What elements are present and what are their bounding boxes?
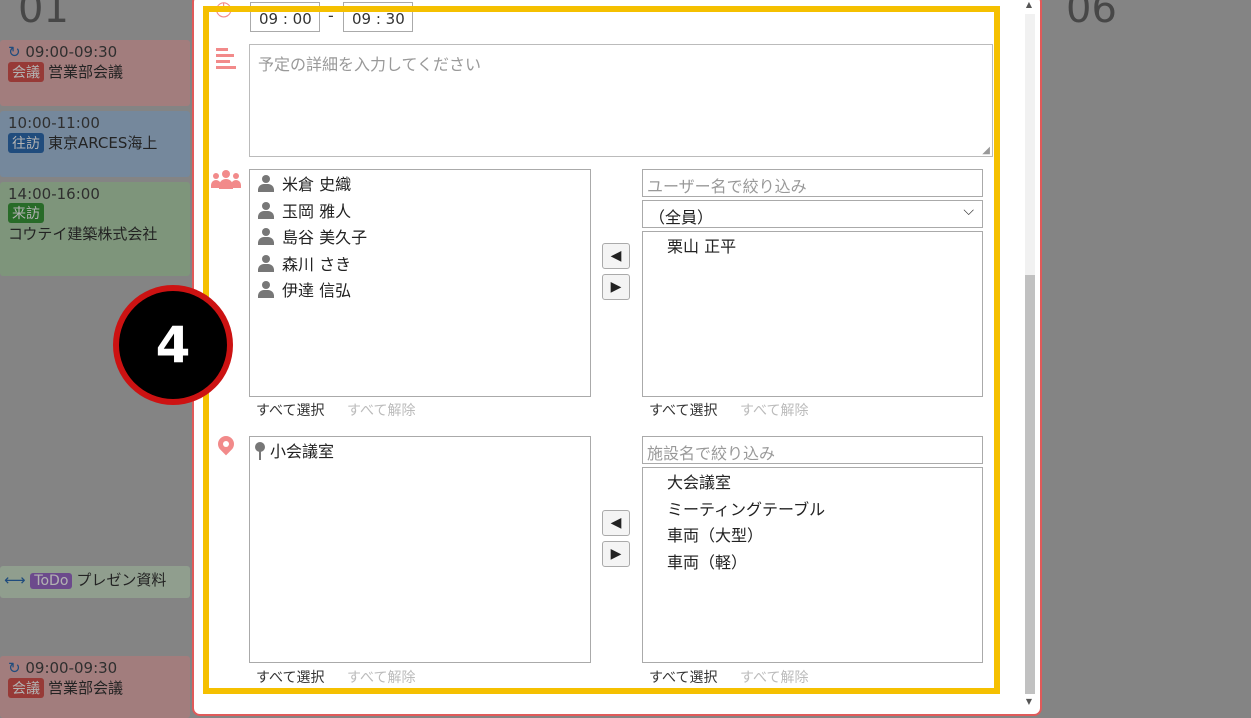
participants-select-all-link[interactable]: すべて選択 [256, 400, 324, 420]
list-item[interactable]: 大会議室 [643, 470, 982, 497]
facility-name: 小会議室 [270, 442, 335, 461]
participant-name: 島谷 美久子 [282, 228, 368, 247]
participant-name: 米倉 史織 [282, 175, 352, 194]
detail-placeholder: 予定の詳細を入力してください [258, 55, 482, 74]
user-icon [258, 281, 274, 299]
add-participant-button[interactable]: ◀ [602, 243, 630, 269]
users-group-icon [211, 170, 241, 192]
pushpin-icon [254, 442, 266, 460]
users-select-all-link[interactable]: すべて選択 [649, 400, 717, 420]
participant-name: 伊達 信弘 [282, 281, 352, 300]
text-lines-icon [216, 48, 236, 69]
participant-name: 森川 さき [282, 254, 352, 274]
available-users-list[interactable]: 栗山 正平 [642, 231, 983, 397]
start-time-input[interactable]: 09 : 00 [250, 2, 320, 32]
user-filter-input[interactable]: ユーザー名で絞り込み [642, 169, 983, 197]
group-select[interactable]: （全員） ⌵ [642, 200, 983, 228]
user-icon [258, 254, 274, 273]
users-deselect-all-link[interactable]: すべて解除 [740, 400, 808, 420]
facility-filter-input[interactable]: 施設名で絞り込み [642, 436, 983, 464]
list-item[interactable]: 伊達 信弘 [250, 278, 590, 305]
facilities-select-all-link[interactable]: すべて選択 [256, 667, 324, 687]
user-icon [258, 201, 274, 220]
step-number: 4 [119, 291, 227, 399]
triangle-left-icon: ◀ [610, 248, 622, 264]
facilities-deselect-all-link[interactable]: すべて解除 [347, 667, 415, 687]
scroll-up-icon[interactable]: ▲ [1022, 0, 1036, 9]
end-time-input[interactable]: 09 : 30 [343, 2, 413, 32]
facilities-available-deselect-all-link[interactable]: すべて解除 [740, 667, 808, 687]
selected-facilities-list[interactable]: 小会議室 [249, 436, 591, 663]
participant-name: 玉岡 雅人 [282, 201, 352, 221]
list-item[interactable]: 米倉 史織 [250, 172, 590, 199]
list-item[interactable]: 車両（軽） [643, 550, 982, 577]
remove-participant-button[interactable]: ▶ [602, 274, 630, 300]
user-icon [258, 228, 274, 246]
list-item[interactable]: ミーティングテーブル [643, 497, 982, 524]
remove-facility-button[interactable]: ▶ [602, 541, 630, 567]
triangle-left-icon: ◀ [610, 515, 622, 531]
clock-icon: ◷ [215, 0, 233, 20]
list-item[interactable]: 島谷 美久子 [250, 225, 590, 252]
list-item[interactable]: 玉岡 雅人 [250, 199, 590, 226]
list-item[interactable]: 栗山 正平 [643, 234, 982, 261]
add-facility-button[interactable]: ◀ [602, 510, 630, 536]
triangle-right-icon: ▶ [610, 546, 622, 562]
list-item[interactable]: 森川 さき [250, 252, 590, 279]
time-separator: - [328, 6, 334, 25]
user-icon [258, 175, 274, 193]
step-badge: 4 [113, 285, 233, 405]
list-item[interactable]: 車両（大型） [643, 523, 982, 550]
scroll-down-icon[interactable]: ▼ [1022, 697, 1036, 706]
participants-deselect-all-link[interactable]: すべて解除 [347, 400, 415, 420]
group-select-value: （全員） [649, 208, 714, 227]
triangle-right-icon: ▶ [610, 279, 622, 295]
dialog-scrollbar[interactable]: ▲ ▼ [1022, 0, 1036, 706]
chevron-down-icon: ⌵ [963, 203, 974, 219]
list-item[interactable]: 小会議室 [250, 439, 590, 466]
detail-textarea[interactable]: 予定の詳細を入力してください ◢ [249, 44, 993, 157]
facilities-available-select-all-link[interactable]: すべて選択 [649, 667, 717, 687]
selected-participants-list[interactable]: 米倉 史織 玉岡 雅人 島谷 美久子 森川 さき 伊達 信弘 [249, 169, 591, 397]
available-facilities-list[interactable]: 大会議室 ミーティングテーブル 車両（大型） 車両（軽） [642, 467, 983, 663]
scroll-thumb[interactable] [1025, 275, 1035, 694]
resize-handle-icon[interactable]: ◢ [982, 145, 990, 156]
location-pin-icon [214, 432, 238, 458]
